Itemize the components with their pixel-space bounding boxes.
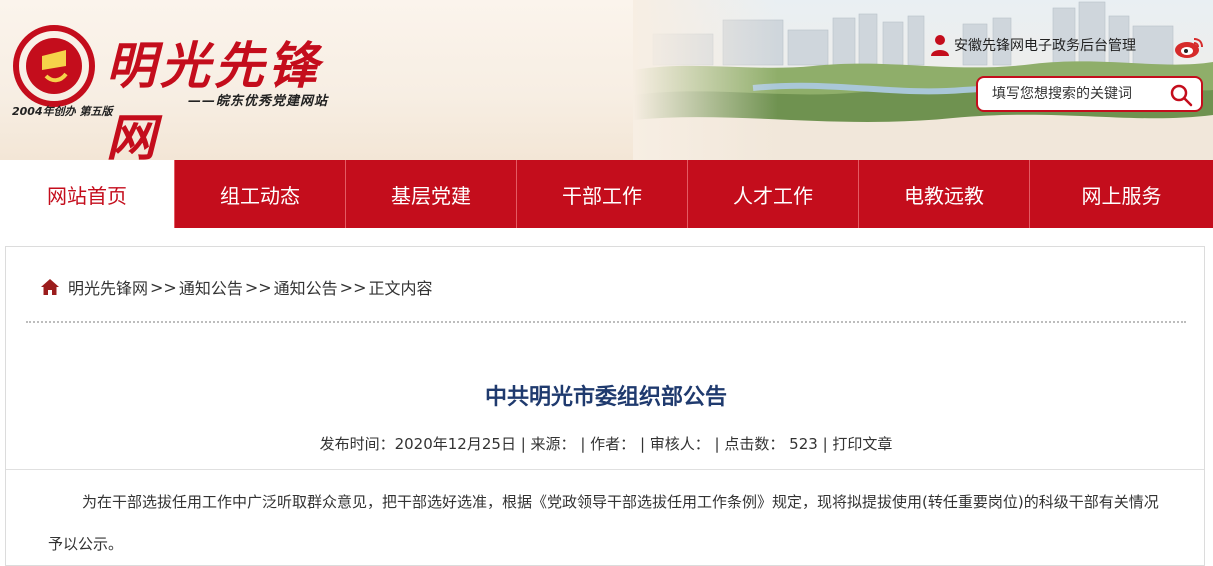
breadcrumb-current: 正文内容: [368, 279, 433, 298]
main-nav: 网站首页 组工动态 基层党建 干部工作 人才工作 电教远教 网上服务: [0, 160, 1213, 228]
article-title: 中共明光市委组织部公告: [484, 385, 727, 410]
nav-item-online-services[interactable]: 网上服务: [1029, 160, 1213, 228]
party-emblem-icon: [13, 25, 95, 107]
click-count: 523: [789, 435, 818, 453]
site-slogan: ——皖东优秀党建网站: [188, 94, 329, 109]
admin-login-link[interactable]: 安徽先锋网电子政务后台管理: [930, 34, 1136, 56]
publish-label: 发布时间：: [319, 435, 395, 453]
nav-item-org-news[interactable]: 组工动态: [174, 160, 345, 228]
breadcrumb-site[interactable]: 明光先锋网: [68, 275, 148, 299]
article-meta: 发布时间：2020年12月25日 | 来源： | 作者： | 审核人： | 点击…: [319, 435, 893, 453]
search-box: [976, 76, 1203, 112]
home-icon: [41, 279, 59, 295]
article-body: 为在干部选拔任用工作中广泛听取群众意见，把干部选好选准，根据《党政领导干部选拔任…: [48, 493, 1159, 553]
breadcrumb-separator: >>: [339, 277, 367, 297]
breadcrumb-separator: >>: [244, 277, 272, 297]
reviewer-label: 审核人：: [649, 435, 710, 453]
breadcrumb-separator: >>: [150, 277, 177, 297]
admin-link-label: 安徽先锋网电子政务后台管理: [954, 38, 1136, 54]
nav-item-home[interactable]: 网站首页: [0, 160, 174, 228]
site-edition: 2004年创办 第五版: [12, 105, 113, 118]
article-container: 明光先锋网 >> 通知公告 >> 通知公告 >> 正文内容 中共明光市委组织部公…: [5, 246, 1205, 566]
meta-divider: [6, 469, 1204, 470]
nav-item-grassroots-party[interactable]: 基层党建: [345, 160, 516, 228]
site-logo[interactable]: 明光先锋网 ——皖东优秀党建网站 2004年创办 第五版: [10, 18, 370, 160]
nav-item-cadre-work[interactable]: 干部工作: [516, 160, 687, 228]
publish-date: 2020年12月25日: [394, 435, 516, 453]
breadcrumb-divider: [26, 321, 1186, 323]
site-header: 明光先锋网 ——皖东优秀党建网站 2004年创办 第五版 安徽先锋网电子政务后台…: [0, 0, 1213, 160]
breadcrumb: 明光先锋网 >> 通知公告 >> 通知公告 >> 正文内容: [40, 275, 433, 299]
nav-item-distance-education[interactable]: 电教远教: [858, 160, 1029, 228]
author-label: 作者：: [590, 435, 636, 453]
clicks-label: 点击数：: [724, 435, 785, 453]
weibo-icon[interactable]: [1174, 36, 1204, 60]
nav-item-talent-work[interactable]: 人才工作: [687, 160, 858, 228]
search-icon[interactable]: [1169, 83, 1193, 107]
breadcrumb-notices-sub[interactable]: 通知公告: [274, 275, 338, 299]
source-label: 来源：: [530, 435, 576, 453]
user-icon: [931, 35, 949, 56]
search-input[interactable]: [992, 86, 1164, 102]
breadcrumb-notices[interactable]: 通知公告: [179, 275, 243, 299]
print-article-link[interactable]: 打印文章: [832, 435, 892, 453]
